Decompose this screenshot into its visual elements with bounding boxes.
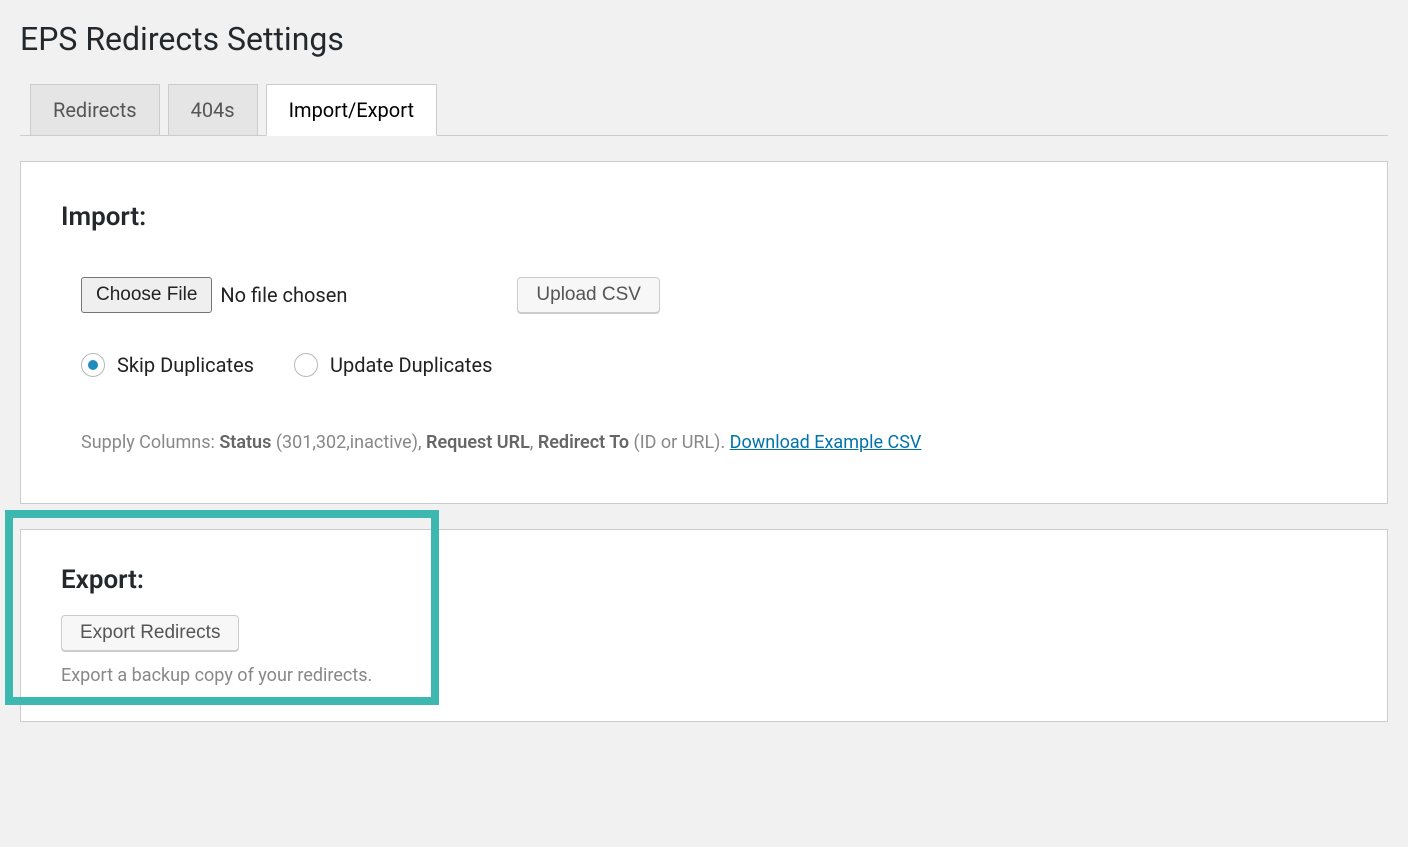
export-description: Export a backup copy of your redirects.	[61, 665, 1347, 686]
tab-import-export[interactable]: Import/Export	[266, 84, 437, 136]
export-heading: Export:	[61, 565, 1347, 595]
choose-file-button[interactable]: Choose File	[81, 277, 212, 313]
tab-redirects[interactable]: Redirects	[30, 84, 160, 135]
page-title: EPS Redirects Settings	[20, 20, 1388, 58]
export-redirects-button[interactable]: Export Redirects	[61, 615, 239, 651]
export-panel: Export: Export Redirects Export a backup…	[20, 529, 1388, 722]
import-heading: Import:	[61, 202, 1347, 232]
radio-icon	[81, 353, 105, 377]
tab-bar: Redirects 404s Import/Export	[20, 83, 1388, 136]
file-input-group: Choose File No file chosen	[81, 277, 347, 313]
radio-icon	[294, 353, 318, 377]
radio-skip-label: Skip Duplicates	[117, 353, 254, 377]
radio-update-label: Update Duplicates	[330, 353, 492, 377]
radio-skip-duplicates[interactable]: Skip Duplicates	[81, 353, 254, 377]
upload-csv-button[interactable]: Upload CSV	[517, 277, 660, 313]
radio-update-duplicates[interactable]: Update Duplicates	[294, 353, 492, 377]
download-example-csv-link[interactable]: Download Example CSV	[730, 432, 922, 453]
import-panel: Import: Choose File No file chosen Uploa…	[20, 161, 1388, 504]
tab-404s[interactable]: 404s	[168, 84, 258, 135]
import-hint: Supply Columns: Status (301,302,inactive…	[81, 432, 1347, 453]
file-status-text: No file chosen	[220, 283, 347, 307]
